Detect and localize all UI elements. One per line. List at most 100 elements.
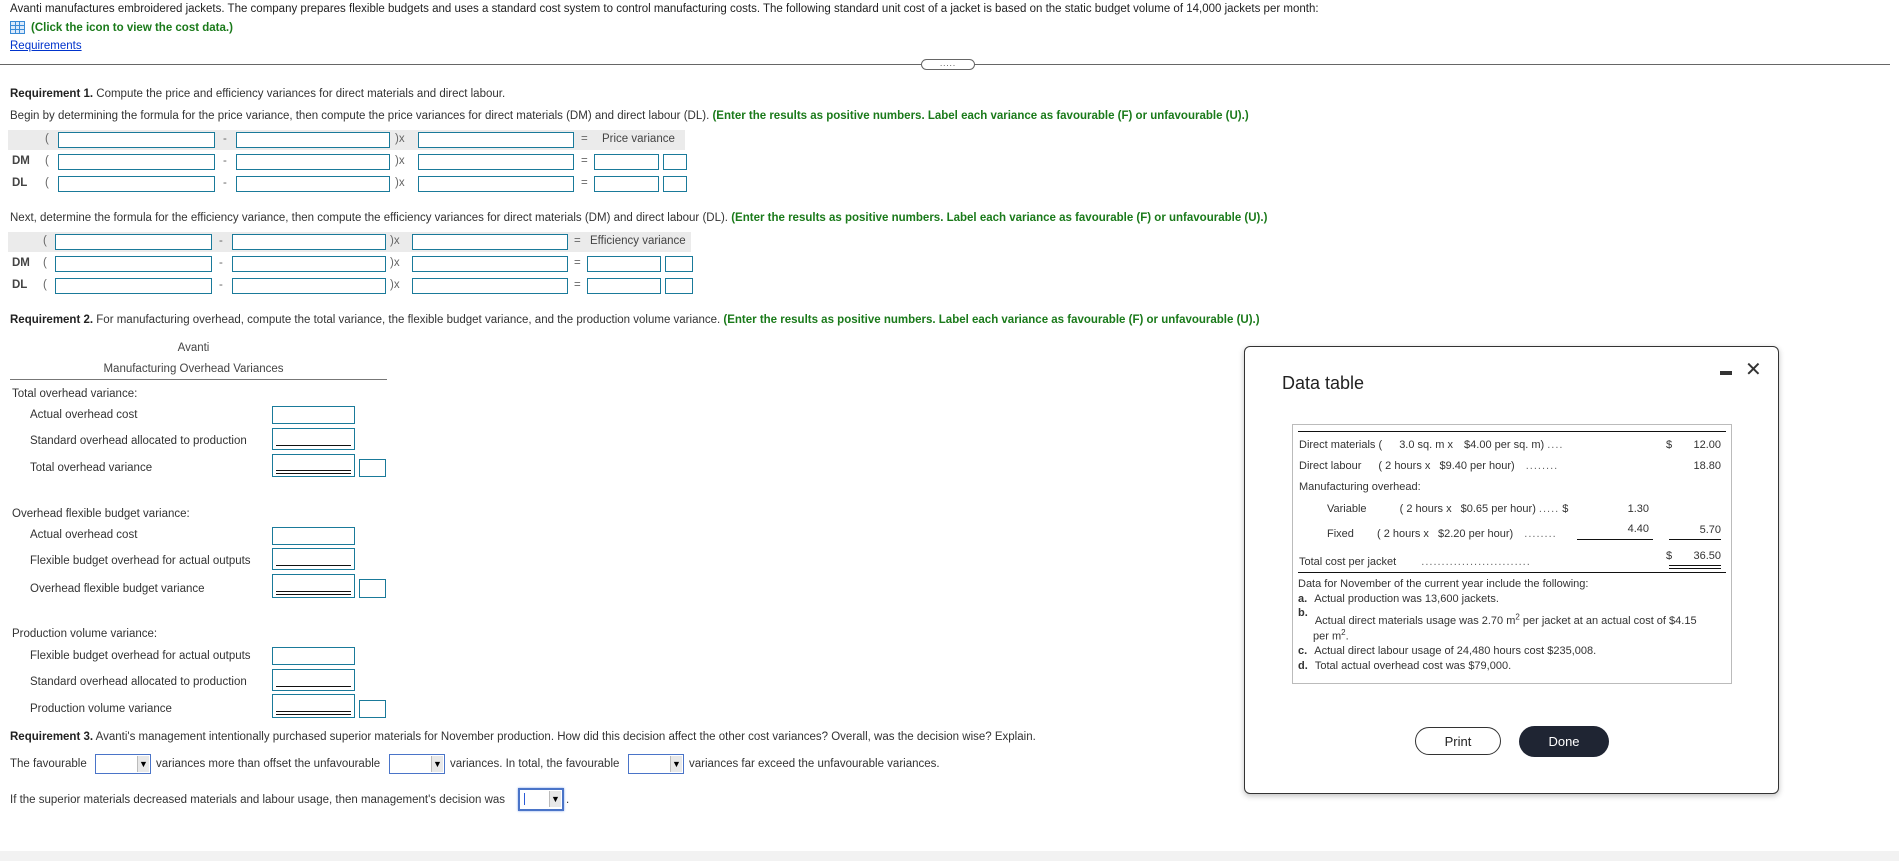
- decision-wise-dropdown[interactable]: ▼: [518, 788, 564, 811]
- minimize-icon[interactable]: [1720, 371, 1732, 375]
- dl-price-input-2[interactable]: [236, 176, 390, 192]
- dm-price-variance-input[interactable]: [594, 154, 659, 170]
- dl-eff-variance-input[interactable]: [587, 278, 661, 294]
- section-title-total: Total overhead variance:: [12, 388, 138, 400]
- item-text: .: [1345, 630, 1349, 643]
- dl-price-input-1[interactable]: [58, 176, 215, 192]
- equals-sign: =: [581, 133, 588, 145]
- flex-budget-fu-input[interactable]: [359, 579, 386, 598]
- leader-dots: ...........................: [1421, 556, 1531, 568]
- total-std-overhead-input[interactable]: [272, 428, 355, 450]
- minus-sign: -: [219, 257, 223, 269]
- dl-rate: $9.40 per hour): [1439, 460, 1515, 472]
- dl-row: Direct labour ( 2 hours x $9.40 per hour…: [1299, 460, 1558, 472]
- open-paren: (: [45, 177, 49, 189]
- eff-formula-input-2[interactable]: [232, 234, 386, 250]
- bottom-bar: [0, 851, 1899, 861]
- dl-price-variance-input[interactable]: [594, 176, 659, 192]
- dm-eff-input-2[interactable]: [232, 256, 386, 272]
- price-note: (Enter the results as positive numbers. …: [712, 110, 1249, 122]
- dl-eff-input-2[interactable]: [232, 278, 386, 294]
- item-text: Total actual overhead cost was $79,000.: [1314, 660, 1512, 672]
- double-rule-1: [1669, 565, 1721, 566]
- row-label: Production volume variance: [30, 703, 172, 715]
- dl-label: DL: [12, 279, 28, 291]
- done-button[interactable]: Done: [1519, 726, 1609, 757]
- item-text: per jacket at an actual cost of $4.15: [1519, 614, 1697, 627]
- total-overhead-variance-input[interactable]: [272, 454, 355, 477]
- total-overhead-fu-input[interactable]: [359, 459, 386, 477]
- item-letter: c.: [1298, 645, 1308, 657]
- production-volume-variance-input[interactable]: [272, 694, 355, 718]
- november-item-d: d. Total actual overhead cost was $79,00…: [1298, 660, 1511, 672]
- favourable-variances-dropdown-1[interactable]: ▼: [95, 754, 151, 774]
- dm-row: Direct materials ( 3.0 sq. m x $4.00 per…: [1299, 439, 1563, 451]
- dm-price-input-3[interactable]: [418, 154, 574, 170]
- req3-heading-text: Avanti's management intentionally purcha…: [93, 731, 1036, 743]
- dm-eff-fu-input[interactable]: [665, 256, 693, 272]
- req2-note: (Enter the results as positive numbers. …: [723, 314, 1260, 326]
- dl-label: Direct labour: [1299, 460, 1362, 472]
- req3-heading: Requirement 3. Avanti's management inten…: [10, 731, 1036, 743]
- dl-qty: ( 2 hours x: [1378, 460, 1431, 472]
- variable-label: Variable: [1327, 503, 1367, 515]
- dm-price-fu-input[interactable]: [663, 154, 687, 170]
- dropdown-arrow-icon[interactable]: ▼: [431, 756, 443, 772]
- dm-value: 12.00: [1693, 439, 1721, 451]
- price-formula-input-3[interactable]: [418, 132, 574, 148]
- favourable-variances-dropdown-2[interactable]: ▼: [628, 754, 684, 774]
- vol-std-overhead-input[interactable]: [272, 669, 355, 691]
- dl-eff-input-3[interactable]: [412, 278, 568, 294]
- resize-handle[interactable]: .....: [921, 59, 975, 70]
- dm-eff-variance-input[interactable]: [587, 256, 661, 272]
- unfavourable-variances-dropdown[interactable]: ▼: [389, 754, 445, 774]
- efficiency-variance-header: Efficiency variance: [590, 235, 686, 247]
- variable-row: Variable ( 2 hours x $0.65 per hour) ...…: [1327, 503, 1568, 515]
- overhead-table-title: Manufacturing Overhead Variances: [103, 363, 284, 375]
- flex-budget-overhead-input[interactable]: [272, 548, 355, 570]
- cost-data-link-text[interactable]: (Click the icon to view the cost data.): [31, 22, 233, 34]
- requirements-link[interactable]: Requirements: [10, 40, 82, 52]
- total-row: Total cost per jacket ..................…: [1299, 556, 1531, 568]
- efficiency-instruction-text: Next, determine the formula for the effi…: [10, 212, 729, 224]
- eff-formula-input-3[interactable]: [412, 234, 568, 250]
- equals-sign: =: [574, 257, 581, 269]
- item-text: Actual direct materials usage was 2.70 m: [1314, 614, 1516, 627]
- moh-total-value: 5.70: [1699, 524, 1721, 536]
- text-caret: [524, 793, 525, 805]
- print-button[interactable]: Print: [1415, 727, 1501, 755]
- dm-eff-input-1[interactable]: [55, 256, 212, 272]
- fixed-label: Fixed: [1327, 528, 1354, 540]
- dm-eff-input-3[interactable]: [412, 256, 568, 272]
- total-rule: [1669, 539, 1721, 540]
- company-name: Avanti: [177, 342, 210, 354]
- total-actual-overhead-input[interactable]: [272, 406, 355, 424]
- dropdown-arrow-icon[interactable]: ▼: [549, 791, 561, 807]
- dl-price-fu-input[interactable]: [663, 176, 687, 192]
- flex-actual-overhead-input[interactable]: [272, 527, 355, 545]
- dropdown-arrow-icon[interactable]: ▼: [137, 756, 149, 772]
- req3-s2-end: .: [566, 794, 570, 806]
- production-volume-fu-input[interactable]: [359, 700, 386, 718]
- vol-flex-budget-input[interactable]: [272, 647, 355, 665]
- cost-data-link[interactable]: (Click the icon to view the cost data.): [10, 21, 233, 34]
- equals-sign: =: [581, 177, 588, 189]
- dl-eff-input-1[interactable]: [55, 278, 212, 294]
- price-formula-input-2[interactable]: [236, 132, 390, 148]
- dm-price-input-1[interactable]: [58, 154, 215, 170]
- dm-price-input-2[interactable]: [236, 154, 390, 170]
- flex-budget-variance-input[interactable]: [272, 574, 355, 598]
- req2-heading-text: For manufacturing overhead, compute the …: [93, 314, 721, 326]
- eff-formula-input-1[interactable]: [55, 234, 212, 250]
- dropdown-arrow-icon[interactable]: ▼: [670, 756, 682, 772]
- req1-heading-bold: Requirement 1.: [10, 88, 94, 100]
- equals-sign: =: [581, 155, 588, 167]
- row-label: Overhead flexible budget variance: [30, 583, 205, 595]
- dl-eff-fu-input[interactable]: [665, 278, 693, 294]
- price-formula-input-1[interactable]: [58, 132, 215, 148]
- times-sign: )x: [390, 257, 400, 269]
- close-icon[interactable]: ✕: [1745, 357, 1762, 382]
- dl-price-input-3[interactable]: [418, 176, 574, 192]
- item-text: Actual production was 13,600 jackets.: [1314, 593, 1499, 605]
- table-icon[interactable]: [10, 21, 25, 34]
